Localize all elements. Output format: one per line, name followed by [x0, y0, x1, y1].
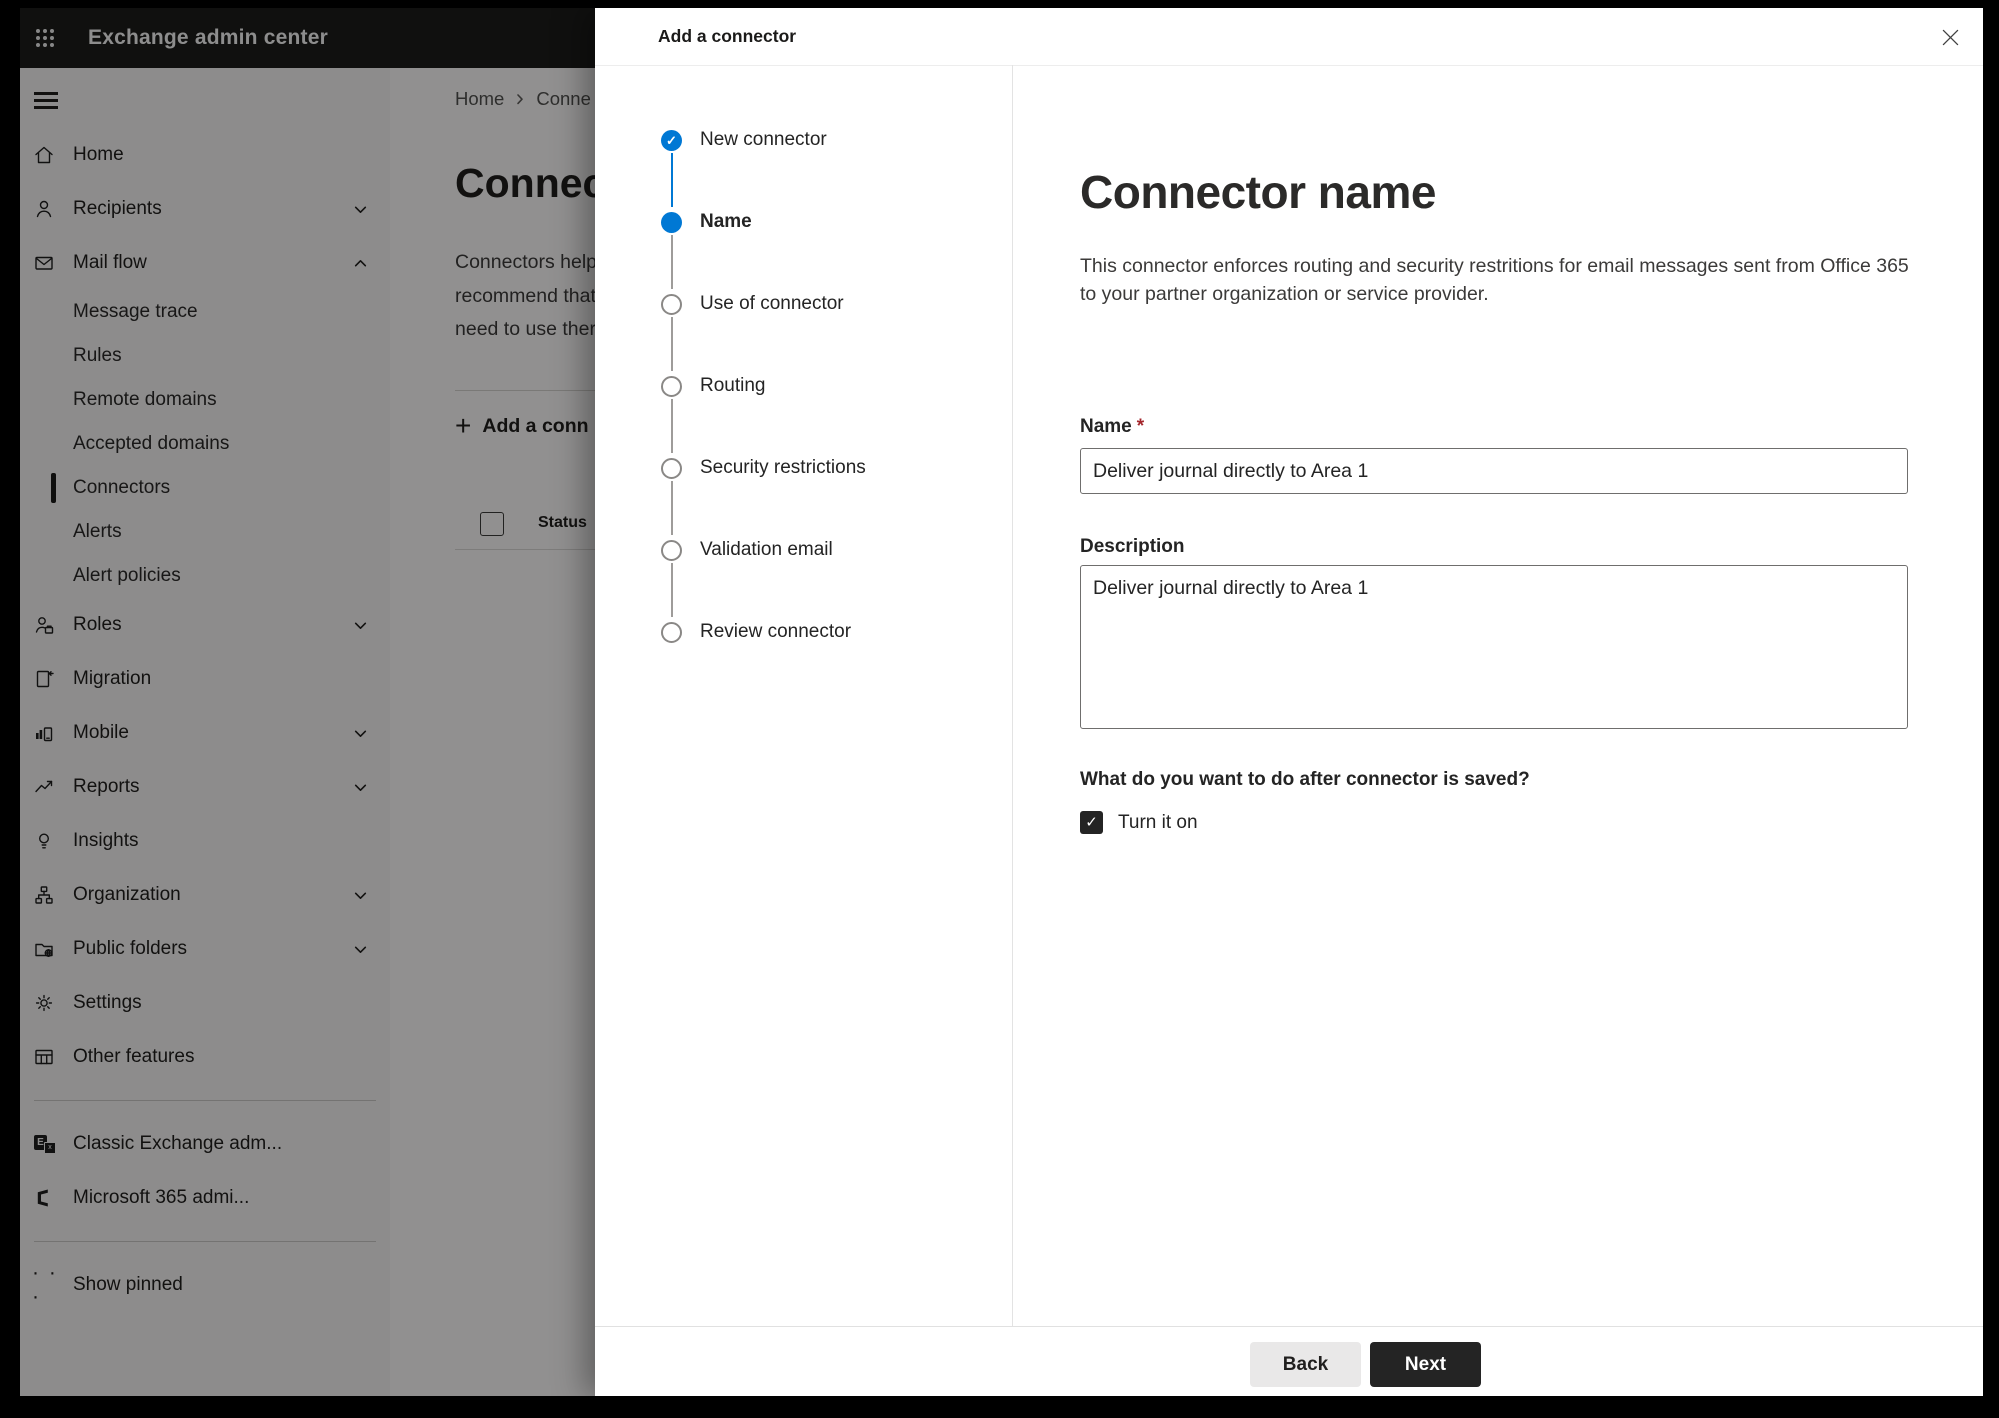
step-upcoming-icon — [661, 375, 682, 397]
step-upcoming-icon — [661, 293, 682, 315]
back-button[interactable]: Back — [1250, 1342, 1361, 1387]
name-field-label: Name * — [1080, 416, 1145, 437]
modal-header: Add a connector — [595, 8, 1983, 66]
pane-heading: Connector name — [1080, 166, 1436, 218]
name-input[interactable] — [1080, 448, 1908, 494]
next-button[interactable]: Next — [1370, 1342, 1481, 1387]
step-connector-line — [670, 563, 673, 617]
close-button[interactable] — [1937, 24, 1963, 50]
exchange-admin-app: Exchange admin center Home Recipients Ma… — [20, 8, 1983, 1396]
step-connector-line — [670, 317, 673, 371]
close-icon — [1942, 29, 1958, 45]
step-connector-line — [670, 153, 673, 207]
after-save-question: What do you want to do after connector i… — [1080, 769, 1530, 790]
required-asterisk: * — [1136, 416, 1145, 437]
modal-body: ✓ New connector Name Use of connector Ro… — [595, 65, 1983, 1327]
turn-it-on-checkbox-row[interactable]: ✓ Turn it on — [1080, 811, 1198, 834]
modal-title: Add a connector — [658, 26, 797, 46]
turn-it-on-label: Turn it on — [1118, 811, 1198, 833]
step-current-icon — [661, 211, 682, 233]
step-upcoming-icon — [661, 457, 682, 479]
step-upcoming-icon — [661, 539, 682, 561]
description-field-label: Description — [1080, 536, 1185, 557]
description-textarea[interactable]: Deliver journal directly to Area 1 — [1080, 565, 1908, 729]
modal-footer: Back Next — [595, 1326, 1983, 1396]
step-connector-line — [670, 481, 673, 535]
checkbox-checked-icon[interactable]: ✓ — [1080, 811, 1103, 834]
pane-description: This connector enforces routing and secu… — [1080, 255, 1909, 305]
wizard-steps-panel: ✓ New connector Name Use of connector Ro… — [595, 65, 1013, 1327]
step-connector-line — [670, 235, 673, 289]
step-upcoming-icon — [661, 621, 682, 643]
connector-name-pane: Connector name This connector enforces r… — [1013, 65, 1983, 1327]
step-connector-line — [670, 399, 673, 453]
add-connector-modal: Add a connector ✓ New connector Name Use… — [595, 8, 1983, 1396]
step-complete-icon: ✓ — [661, 129, 682, 151]
